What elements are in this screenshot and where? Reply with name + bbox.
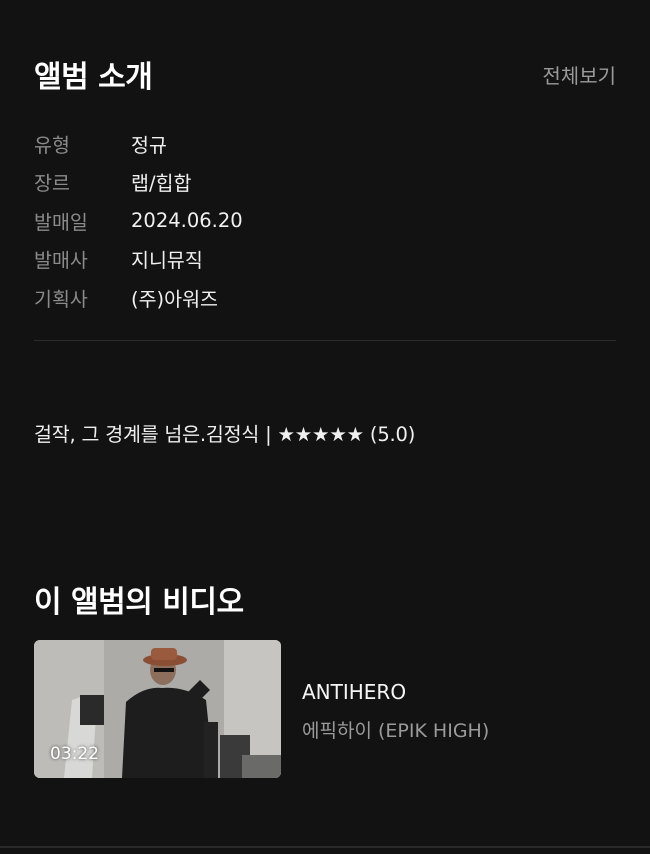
videos-section-title: 이 앨범의 비디오: [34, 585, 244, 620]
video-thumbnail[interactable]: 03:22: [34, 640, 281, 778]
video-artist[interactable]: 에픽하이 (EPIK HIGH): [302, 716, 489, 743]
album-intro-header: 앨범 소개 전체보기: [34, 52, 616, 96]
info-value: 정규: [131, 133, 167, 157]
info-row-genre: 장르 랩/힙합: [34, 163, 243, 202]
info-row-agency: 기획사 (주)아워즈: [34, 278, 243, 317]
video-title[interactable]: ANTIHERO: [302, 680, 489, 704]
info-value: 2024.06.20: [131, 208, 243, 232]
info-row-release-date: 발매일 2024.06.20: [34, 201, 243, 240]
info-value: 지니뮤직: [131, 249, 203, 273]
info-row-type: 유형 정규: [34, 124, 243, 163]
info-label: 발매일: [34, 210, 88, 234]
see-all-link[interactable]: 전체보기: [542, 60, 616, 89]
album-page: 앨범 소개 전체보기 유형 정규 장르 랩/힙합 발매일 2024.06.20 …: [0, 0, 650, 854]
section-divider: [34, 340, 616, 341]
info-value: (주)아워즈: [131, 287, 218, 311]
bottom-divider: [0, 846, 650, 848]
album-review: 걸작, 그 경계를 넘은.김정식 | ★★★★★ (5.0): [34, 423, 416, 446]
info-value: 랩/힙합: [131, 172, 192, 196]
album-intro-title: 앨범 소개: [34, 60, 153, 95]
info-label: 기획사: [34, 287, 88, 311]
video-meta: ANTIHERO 에픽하이 (EPIK HIGH): [302, 640, 489, 778]
video-card[interactable]: 03:22 ANTIHERO 에픽하이 (EPIK HIGH): [34, 640, 594, 778]
info-label: 유형: [34, 133, 70, 157]
video-duration: 03:22: [50, 744, 99, 764]
info-label: 장르: [34, 172, 70, 196]
info-label: 발매사: [34, 249, 88, 273]
album-info-list: 유형 정규 장르 랩/힙합 발매일 2024.06.20 발매사 지니뮤직 기획…: [34, 124, 243, 317]
info-row-publisher: 발매사 지니뮤직: [34, 240, 243, 279]
